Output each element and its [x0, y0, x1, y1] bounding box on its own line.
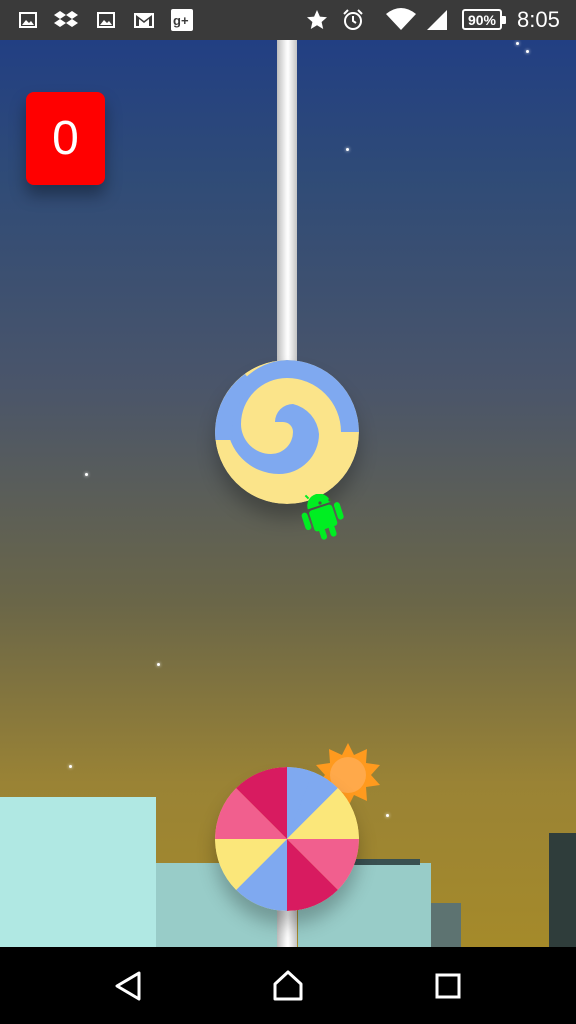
status-time: 8:05: [517, 7, 560, 32]
svg-text:g+: g+: [173, 13, 189, 28]
bottom-lollipop-stick: [277, 908, 297, 947]
wifi-icon: [386, 8, 416, 32]
pinwheel-lollipop: [215, 767, 359, 911]
star: [516, 42, 519, 45]
battery-indicator: 90%: [462, 9, 506, 30]
star: [526, 50, 529, 53]
game-canvas[interactable]: 0: [0, 40, 576, 947]
image-icon: [94, 8, 118, 32]
android-player: [287, 489, 355, 552]
status-bar: g+ 90% 8:05: [0, 0, 576, 40]
building: [431, 903, 461, 947]
home-icon[interactable]: [268, 968, 308, 1004]
star-icon: [305, 8, 329, 32]
gmail-icon: [132, 8, 156, 32]
navigation-bar: [0, 947, 576, 1024]
star: [85, 473, 88, 476]
score-counter: 0: [26, 92, 105, 185]
building: [549, 833, 576, 947]
star: [386, 814, 389, 817]
star: [69, 765, 72, 768]
star: [346, 148, 349, 151]
signal-icon: [425, 8, 449, 32]
star: [157, 663, 160, 666]
dropbox-icon: [54, 8, 78, 32]
alarm-icon: [341, 8, 365, 32]
recents-icon[interactable]: [428, 968, 468, 1004]
building: [0, 797, 156, 947]
back-icon[interactable]: [108, 968, 148, 1004]
swirl-lollipop: [215, 360, 359, 504]
top-lollipop-stick: [277, 40, 297, 362]
image-icon: [16, 8, 40, 32]
building: [345, 859, 420, 865]
google-plus-icon: g+: [170, 8, 194, 32]
